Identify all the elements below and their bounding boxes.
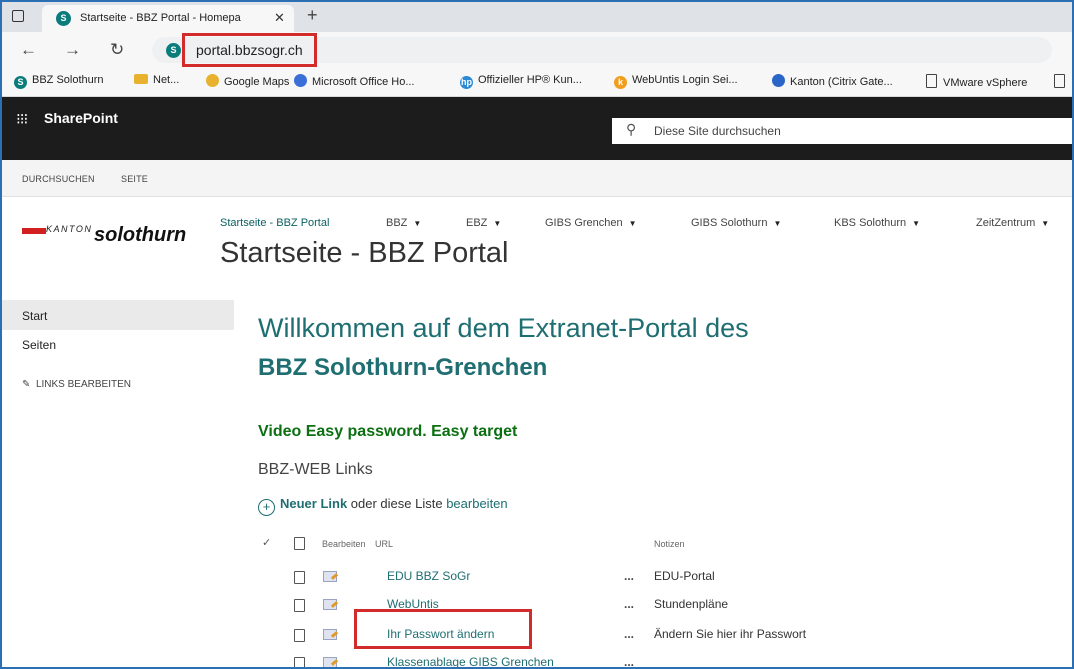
bookmark-vmware[interactable]: VMware vSphere xyxy=(926,74,1027,89)
logo-kanton-text: KANTON xyxy=(46,224,93,234)
leftnav-item-start[interactable]: Start xyxy=(22,309,47,323)
document-icon xyxy=(926,74,937,88)
close-tab-icon[interactable]: ✕ xyxy=(274,10,285,26)
topnav-kbs-solothurn[interactable]: KBS Solothurn ▼ xyxy=(834,217,920,229)
back-arrow-icon[interactable]: ← xyxy=(20,40,37,60)
edit-item-icon[interactable] xyxy=(323,599,337,610)
topnav-home[interactable]: Startseite - BBZ Portal xyxy=(220,217,329,229)
video-link[interactable]: Video Easy password. Easy target xyxy=(258,423,517,441)
document-icon xyxy=(294,629,305,642)
row-note: Ändern Sie hier ihr Passwort xyxy=(654,627,807,641)
url-highlight-box xyxy=(182,33,317,67)
topnav-zeitzentrum[interactable]: ZeitZentrum ▼ xyxy=(976,217,1049,229)
more-options-icon[interactable]: ... xyxy=(624,569,634,583)
hp-icon: hp xyxy=(460,76,473,89)
site-favicon-icon: S xyxy=(166,43,181,58)
new-tab-icon[interactable]: + xyxy=(307,5,318,26)
browser-tab[interactable]: S Startseite - BBZ Portal - Homepa ✕ xyxy=(42,5,294,32)
tab-bar: S Startseite - BBZ Portal - Homepa ✕ + xyxy=(2,2,1072,32)
webuntis-icon: k xyxy=(614,76,627,89)
chevron-down-icon: ▼ xyxy=(413,219,422,228)
bookmarks-bar: S BBZ Solothurn Net... Google Maps Micros… xyxy=(2,68,1072,97)
edit-list-link[interactable]: bearbeiten xyxy=(446,496,507,511)
select-all-check-icon[interactable]: ✓ xyxy=(262,536,271,549)
document-icon xyxy=(294,571,305,584)
logo-flag xyxy=(22,228,46,234)
topnav-bbz[interactable]: BBZ ▼ xyxy=(386,217,421,229)
welcome-heading: Willkommen auf dem Extranet-Portal des xyxy=(258,313,749,343)
citrix-icon xyxy=(772,74,785,87)
bookmark-google-maps[interactable]: Google Maps xyxy=(206,74,289,88)
document-type-icon xyxy=(294,537,305,550)
maps-pin-icon xyxy=(206,74,219,87)
tab-page[interactable]: SEITE xyxy=(121,174,148,184)
topnav-gibs-grenchen[interactable]: GIBS Grenchen ▼ xyxy=(545,217,637,229)
topnav-gibs-solothurn[interactable]: GIBS Solothurn ▼ xyxy=(691,217,781,229)
sharepoint-brand[interactable]: SharePoint xyxy=(44,110,118,126)
document-icon xyxy=(294,599,305,612)
row-url-link[interactable]: Klassenablage GIBS Grenchen xyxy=(387,655,554,667)
column-notes[interactable]: Notizen xyxy=(654,539,685,549)
more-options-icon[interactable]: ... xyxy=(624,655,634,667)
edit-links-button[interactable]: ✎ LINKS BEARBEITEN xyxy=(22,379,131,390)
folder-icon xyxy=(134,74,148,84)
leftnav-item-pages[interactable]: Seiten xyxy=(22,338,56,352)
row-note: Stundenpläne xyxy=(654,597,729,611)
new-link-button[interactable]: Neuer Link xyxy=(280,496,347,511)
app-launcher-icon[interactable]: ⁝⁝⁝ xyxy=(16,110,28,128)
reload-icon[interactable]: ↻ xyxy=(110,40,124,60)
welcome-subheading: BBZ Solothurn-Grenchen xyxy=(258,354,548,381)
bookmark-webuntis[interactable]: k WebUntis Login Sei... xyxy=(614,74,738,89)
logo-solothurn-text: solothurn xyxy=(94,224,187,246)
address-bar: ← → ↻ S portal.bbzsogr.ch xyxy=(2,32,1072,68)
bookmark-kanton-citrix[interactable]: Kanton (Citrix Gate... xyxy=(772,74,893,88)
row-note: EDU-Portal xyxy=(654,569,715,583)
more-options-icon[interactable]: ... xyxy=(624,627,634,641)
bookmark-office[interactable]: Microsoft Office Ho... xyxy=(294,74,415,88)
pencil-icon: ✎ xyxy=(22,379,31,390)
sharepoint-favicon-icon: S xyxy=(56,11,71,26)
browser-window: S Startseite - BBZ Portal - Homepa ✕ + ←… xyxy=(0,0,1074,669)
chevron-down-icon: ▼ xyxy=(628,219,637,228)
forward-arrow-icon[interactable]: → xyxy=(64,40,81,60)
edit-item-icon[interactable] xyxy=(323,657,337,667)
add-circle-icon[interactable]: + xyxy=(258,499,275,516)
tab-title: Startseite - BBZ Portal - Homepa xyxy=(80,12,241,24)
row-url-link[interactable]: EDU BBZ SoGr xyxy=(387,569,470,583)
search-placeholder: Diese Site durchsuchen xyxy=(654,124,781,138)
ribbon: DURCHSUCHEN SEITE xyxy=(2,160,1072,197)
office-icon xyxy=(294,74,307,87)
tab-browse[interactable]: DURCHSUCHEN xyxy=(22,174,95,184)
edit-item-icon[interactable] xyxy=(323,629,337,640)
search-icon: ⚲ xyxy=(626,121,637,137)
page-title: Startseite - BBZ Portal xyxy=(220,237,509,269)
chevron-down-icon: ▼ xyxy=(493,219,502,228)
chevron-down-icon: ▼ xyxy=(912,219,921,228)
topnav-ebz[interactable]: EBZ ▼ xyxy=(466,217,501,229)
password-highlight-box xyxy=(354,609,532,649)
new-link-bar: + Neuer Link oder diese Liste bearbeiten xyxy=(258,496,508,516)
column-edit[interactable]: Bearbeiten xyxy=(322,539,366,549)
bookmark-more[interactable] xyxy=(1054,74,1071,89)
bookmark-hp[interactable]: hp Offizieller HP® Kun... xyxy=(460,74,582,89)
bookmark-net-folder[interactable]: Net... xyxy=(134,74,179,86)
edit-item-icon[interactable] xyxy=(323,571,337,582)
sharepoint-suite-bar: ⁝⁝⁝ SharePoint ⚲ Diese Site durchsuchen xyxy=(2,97,1072,160)
site-search-input[interactable]: ⚲ Diese Site durchsuchen xyxy=(612,118,1072,144)
or-edit-text: oder diese Liste xyxy=(347,496,447,511)
column-url[interactable]: URL xyxy=(375,539,393,549)
chevron-down-icon: ▼ xyxy=(773,219,782,228)
tab-actions-icon[interactable] xyxy=(12,10,24,22)
more-options-icon[interactable]: ... xyxy=(624,597,634,611)
bookmark-bbz-solothurn[interactable]: S BBZ Solothurn xyxy=(14,74,104,89)
document-icon xyxy=(1054,74,1065,88)
document-icon xyxy=(294,657,305,667)
chevron-down-icon: ▼ xyxy=(1041,219,1050,228)
sharepoint-icon: S xyxy=(14,76,27,89)
links-list-title: BBZ-WEB Links xyxy=(258,461,373,478)
